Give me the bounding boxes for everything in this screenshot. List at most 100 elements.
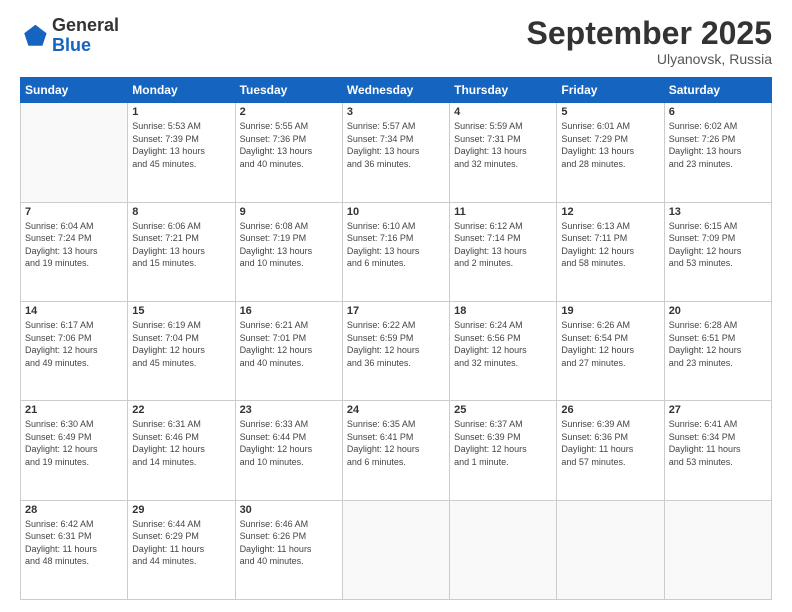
day-info: Sunrise: 6:04 AM Sunset: 7:24 PM Dayligh… (25, 220, 123, 270)
table-row: 18 Sunrise: 6:24 AM Sunset: 6:56 PM Dayli… (450, 301, 557, 400)
day-info: Sunrise: 6:44 AM Sunset: 6:29 PM Dayligh… (132, 518, 230, 568)
table-row: 11Sunrise: 6:12 AM Sunset: 7:14 PM Dayli… (450, 202, 557, 301)
table-row: 5 Sunrise: 6:01 AM Sunset: 7:29 PM Daylig… (557, 103, 664, 202)
day-info: Sunrise: 5:57 AM Sunset: 7:34 PM Dayligh… (347, 120, 445, 170)
table-row: 19 Sunrise: 6:26 AM Sunset: 6:54 PM Dayli… (557, 301, 664, 400)
day-number: 13 (669, 206, 767, 218)
logo: General Blue (20, 16, 119, 56)
day-info: Sunrise: 6:13 AM Sunset: 7:11 PM Dayligh… (561, 220, 659, 270)
month-title: September 2025 (527, 16, 772, 51)
day-number: 24 (347, 404, 445, 416)
page: General Blue September 2025 Ulyanovsk, R… (0, 0, 792, 612)
day-number: 30 (240, 504, 338, 516)
day-info: Sunrise: 6:31 AM Sunset: 6:46 PM Dayligh… (132, 418, 230, 468)
table-row: 27 Sunrise: 6:41 AM Sunset: 6:34 PM Dayli… (664, 401, 771, 500)
table-row: 26Sunrise: 6:39 AM Sunset: 6:36 PM Dayli… (557, 401, 664, 500)
logo-general: General (52, 15, 119, 35)
day-number: 9 (240, 206, 338, 218)
table-row: 23Sunrise: 6:33 AM Sunset: 6:44 PM Dayli… (235, 401, 342, 500)
day-info: Sunrise: 6:06 AM Sunset: 7:21 PM Dayligh… (132, 220, 230, 270)
calendar-header-row: Sunday Monday Tuesday Wednesday Thursday… (21, 78, 772, 103)
day-info: Sunrise: 6:41 AM Sunset: 6:34 PM Dayligh… (669, 418, 767, 468)
title-block: September 2025 Ulyanovsk, Russia (527, 16, 772, 67)
day-number: 4 (454, 106, 552, 118)
day-number: 15 (132, 305, 230, 317)
day-info: Sunrise: 6:37 AM Sunset: 6:39 PM Dayligh… (454, 418, 552, 468)
day-info: Sunrise: 6:19 AM Sunset: 7:04 PM Dayligh… (132, 319, 230, 369)
day-info: Sunrise: 6:15 AM Sunset: 7:09 PM Dayligh… (669, 220, 767, 270)
col-sunday: Sunday (21, 78, 128, 103)
day-number: 1 (132, 106, 230, 118)
day-number: 19 (561, 305, 659, 317)
day-number: 12 (561, 206, 659, 218)
day-number: 2 (240, 106, 338, 118)
table-row: 4Sunrise: 5:59 AM Sunset: 7:31 PM Daylig… (450, 103, 557, 202)
table-row: 24 Sunrise: 6:35 AM Sunset: 6:41 PM Dayli… (342, 401, 449, 500)
location: Ulyanovsk, Russia (527, 51, 772, 67)
day-number: 27 (669, 404, 767, 416)
day-number: 7 (25, 206, 123, 218)
day-number: 23 (240, 404, 338, 416)
day-number: 18 (454, 305, 552, 317)
day-number: 28 (25, 504, 123, 516)
day-number: 25 (454, 404, 552, 416)
day-number: 16 (240, 305, 338, 317)
day-number: 26 (561, 404, 659, 416)
day-info: Sunrise: 5:55 AM Sunset: 7:36 PM Dayligh… (240, 120, 338, 170)
table-row (450, 500, 557, 599)
table-row: 13 Sunrise: 6:15 AM Sunset: 7:09 PM Dayli… (664, 202, 771, 301)
col-monday: Monday (128, 78, 235, 103)
table-row: 1 Sunrise: 5:53 AM Sunset: 7:39 PM Daylig… (128, 103, 235, 202)
table-row: 12 Sunrise: 6:13 AM Sunset: 7:11 PM Dayli… (557, 202, 664, 301)
logo-text: General Blue (52, 16, 119, 56)
day-info: Sunrise: 6:24 AM Sunset: 6:56 PM Dayligh… (454, 319, 552, 369)
table-row: 30 Sunrise: 6:46 AM Sunset: 6:26 PM Dayli… (235, 500, 342, 599)
day-number: 22 (132, 404, 230, 416)
header: General Blue September 2025 Ulyanovsk, R… (20, 16, 772, 67)
day-info: Sunrise: 6:30 AM Sunset: 6:49 PM Dayligh… (25, 418, 123, 468)
day-info: Sunrise: 5:53 AM Sunset: 7:39 PM Dayligh… (132, 120, 230, 170)
table-row: 10Sunrise: 6:10 AM Sunset: 7:16 PM Dayli… (342, 202, 449, 301)
day-info: Sunrise: 6:02 AM Sunset: 7:26 PM Dayligh… (669, 120, 767, 170)
day-number: 5 (561, 106, 659, 118)
col-thursday: Thursday (450, 78, 557, 103)
logo-icon (20, 22, 48, 50)
table-row: 3 Sunrise: 5:57 AM Sunset: 7:34 PM Daylig… (342, 103, 449, 202)
day-number: 10 (347, 206, 445, 218)
day-number: 6 (669, 106, 767, 118)
day-info: Sunrise: 6:21 AM Sunset: 7:01 PM Dayligh… (240, 319, 338, 369)
table-row: 25 Sunrise: 6:37 AM Sunset: 6:39 PM Dayli… (450, 401, 557, 500)
table-row: 16 Sunrise: 6:21 AM Sunset: 7:01 PM Dayli… (235, 301, 342, 400)
table-row: 21 Sunrise: 6:30 AM Sunset: 6:49 PM Dayli… (21, 401, 128, 500)
day-info: Sunrise: 6:35 AM Sunset: 6:41 PM Dayligh… (347, 418, 445, 468)
day-number: 20 (669, 305, 767, 317)
day-info: Sunrise: 6:08 AM Sunset: 7:19 PM Dayligh… (240, 220, 338, 270)
table-row: 14Sunrise: 6:17 AM Sunset: 7:06 PM Dayli… (21, 301, 128, 400)
logo-blue: Blue (52, 35, 91, 55)
table-row (664, 500, 771, 599)
table-row: 15 Sunrise: 6:19 AM Sunset: 7:04 PM Dayli… (128, 301, 235, 400)
day-number: 11 (454, 206, 552, 218)
table-row: 9 Sunrise: 6:08 AM Sunset: 7:19 PM Daylig… (235, 202, 342, 301)
col-wednesday: Wednesday (342, 78, 449, 103)
table-row: 2 Sunrise: 5:55 AM Sunset: 7:36 PM Daylig… (235, 103, 342, 202)
table-row (342, 500, 449, 599)
day-info: Sunrise: 6:01 AM Sunset: 7:29 PM Dayligh… (561, 120, 659, 170)
table-row: 17Sunrise: 6:22 AM Sunset: 6:59 PM Dayli… (342, 301, 449, 400)
day-info: Sunrise: 6:46 AM Sunset: 6:26 PM Dayligh… (240, 518, 338, 568)
calendar-week-row: 7 Sunrise: 6:04 AM Sunset: 7:24 PM Daylig… (21, 202, 772, 301)
day-info: Sunrise: 6:28 AM Sunset: 6:51 PM Dayligh… (669, 319, 767, 369)
col-friday: Friday (557, 78, 664, 103)
day-number: 14 (25, 305, 123, 317)
day-info: Sunrise: 6:26 AM Sunset: 6:54 PM Dayligh… (561, 319, 659, 369)
table-row: 28 Sunrise: 6:42 AM Sunset: 6:31 PM Dayli… (21, 500, 128, 599)
day-info: Sunrise: 6:42 AM Sunset: 6:31 PM Dayligh… (25, 518, 123, 568)
calendar-week-row: 21 Sunrise: 6:30 AM Sunset: 6:49 PM Dayli… (21, 401, 772, 500)
day-number: 21 (25, 404, 123, 416)
day-number: 8 (132, 206, 230, 218)
day-number: 3 (347, 106, 445, 118)
table-row: 6 Sunrise: 6:02 AM Sunset: 7:26 PM Daylig… (664, 103, 771, 202)
table-row: 22 Sunrise: 6:31 AM Sunset: 6:46 PM Dayli… (128, 401, 235, 500)
day-number: 17 (347, 305, 445, 317)
calendar-week-row: 1 Sunrise: 5:53 AM Sunset: 7:39 PM Daylig… (21, 103, 772, 202)
